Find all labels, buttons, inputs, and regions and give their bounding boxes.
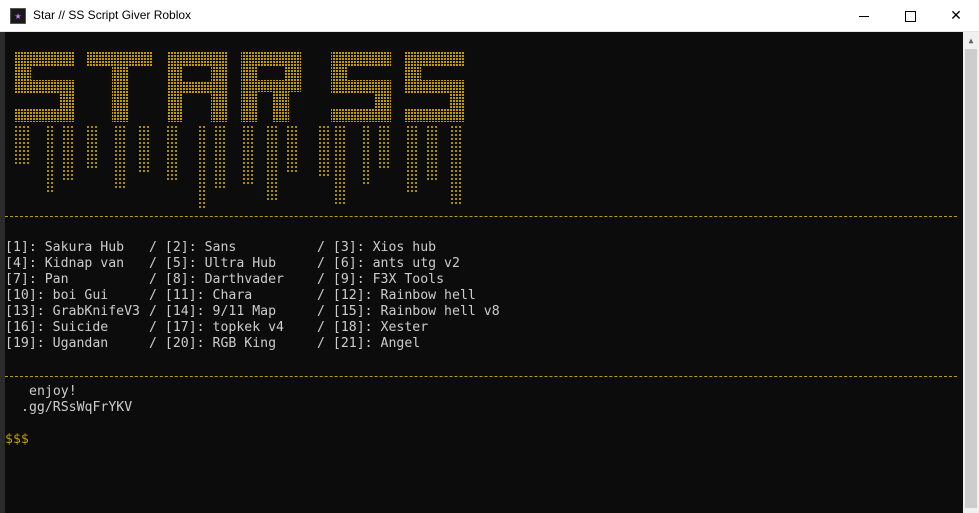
- discord-invite: .gg/RSsWqFrYKV: [21, 400, 133, 415]
- star-ss-banner: [15, 52, 465, 208]
- menu-item-7: [7]: Pan: [5, 272, 69, 287]
- menu-separator: /: [317, 288, 325, 303]
- menu-row: [16]: Suicide / [17]: topkek v4 / [18]: Xe…: [5, 320, 500, 336]
- menu-item-19: [19]: Ugandan: [5, 336, 109, 351]
- script-menu: [1]: Sakura Hub / [2]: Sans / [3]: Xios hu…: [5, 240, 500, 352]
- minimize-icon: [859, 15, 869, 17]
- menu-separator: /: [149, 320, 157, 335]
- minimize-button[interactable]: [841, 0, 887, 32]
- menu-item-3: [3]: Xios hub: [332, 240, 437, 255]
- scroll-up-icon[interactable]: ▲: [963, 32, 979, 49]
- menu-item-16: [16]: Suicide: [5, 320, 109, 335]
- vertical-scrollbar[interactable]: ▲: [963, 32, 979, 513]
- banner-letter-s1: [15, 52, 75, 122]
- banner-letter-a: [167, 52, 227, 122]
- menu-item-2: [2]: Sans: [164, 240, 237, 255]
- star-app-icon: ★: [10, 8, 26, 24]
- menu-separator: /: [149, 272, 157, 287]
- menu-separator: /: [317, 320, 325, 335]
- banner-letter-r: [241, 52, 301, 122]
- menu-item-11: [11]: Chara: [164, 288, 253, 303]
- banner-letter-s2: [331, 52, 391, 122]
- menu-separator: /: [317, 304, 325, 319]
- menu-separator: /: [149, 288, 157, 303]
- window-title: Star // SS Script Giver Roblox: [33, 8, 192, 22]
- menu-row: [19]: Ugandan / [20]: RGB King / [21]: Ang…: [5, 336, 500, 352]
- menu-item-9: [9]: F3X Tools: [332, 272, 445, 287]
- console-output[interactable]: [1]: Sakura Hub / [2]: Sans / [3]: Xios hu…: [5, 32, 963, 513]
- menu-item-17: [17]: topkek v4: [164, 320, 284, 335]
- banner-letter-s3: [405, 52, 465, 122]
- menu-row: [4]: Kidnap van / [5]: Ultra Hub / [6]: an…: [5, 256, 500, 272]
- banner-letter-t: [87, 52, 153, 122]
- divider-bottom: [5, 376, 957, 377]
- menu-item-20: [20]: RGB King: [164, 336, 277, 351]
- menu-item-14: [14]: 9/11 Map: [164, 304, 277, 319]
- menu-separator: /: [317, 256, 325, 271]
- banner-drips: [15, 124, 463, 208]
- menu-item-6: [6]: ants utg v2: [332, 256, 460, 271]
- menu-row: [10]: boi Gui / [11]: Chara / [12]: Rainbo…: [5, 288, 500, 304]
- menu-separator: /: [149, 304, 157, 319]
- menu-item-4: [4]: Kidnap van: [5, 256, 125, 271]
- maximize-icon: [904, 10, 916, 22]
- input-prompt[interactable]: $$$: [5, 432, 29, 448]
- scrollbar-thumb[interactable]: [965, 49, 977, 508]
- menu-item-18: [18]: Xester: [332, 320, 429, 335]
- menu-item-8: [8]: Darthvader: [164, 272, 284, 287]
- menu-separator: /: [149, 256, 157, 271]
- menu-separator: /: [317, 336, 325, 351]
- menu-item-1: [1]: Sakura Hub: [5, 240, 125, 255]
- menu-row: [1]: Sakura Hub / [2]: Sans / [3]: Xios hu…: [5, 240, 500, 256]
- menu-row: [7]: Pan / [8]: Darthvader / [9]: F3X Tool…: [5, 272, 500, 288]
- menu-separator: /: [149, 336, 157, 351]
- close-button[interactable]: ✕: [933, 0, 979, 32]
- menu-separator: /: [149, 240, 157, 255]
- menu-item-13: [13]: GrabKnifeV3: [5, 304, 140, 319]
- menu-separator: /: [317, 240, 325, 255]
- maximize-button[interactable]: [887, 0, 933, 32]
- menu-row: [13]: GrabKnifeV3 / [14]: 9/11 Map / [15]:…: [5, 304, 500, 320]
- title-bar[interactable]: ★ Star // SS Script Giver Roblox ✕: [0, 0, 979, 32]
- menu-item-12: [12]: Rainbow hell: [332, 288, 476, 303]
- menu-item-5: [5]: Ultra Hub: [164, 256, 277, 271]
- close-icon: ✕: [950, 8, 962, 24]
- divider-top: [5, 216, 957, 217]
- menu-item-21: [21]: Angel: [332, 336, 421, 351]
- menu-separator: /: [317, 272, 325, 287]
- menu-item-15: [15]: Rainbow hell v8: [332, 304, 500, 319]
- enjoy-message: enjoy!: [29, 384, 77, 399]
- menu-item-10: [10]: boi Gui: [5, 288, 109, 303]
